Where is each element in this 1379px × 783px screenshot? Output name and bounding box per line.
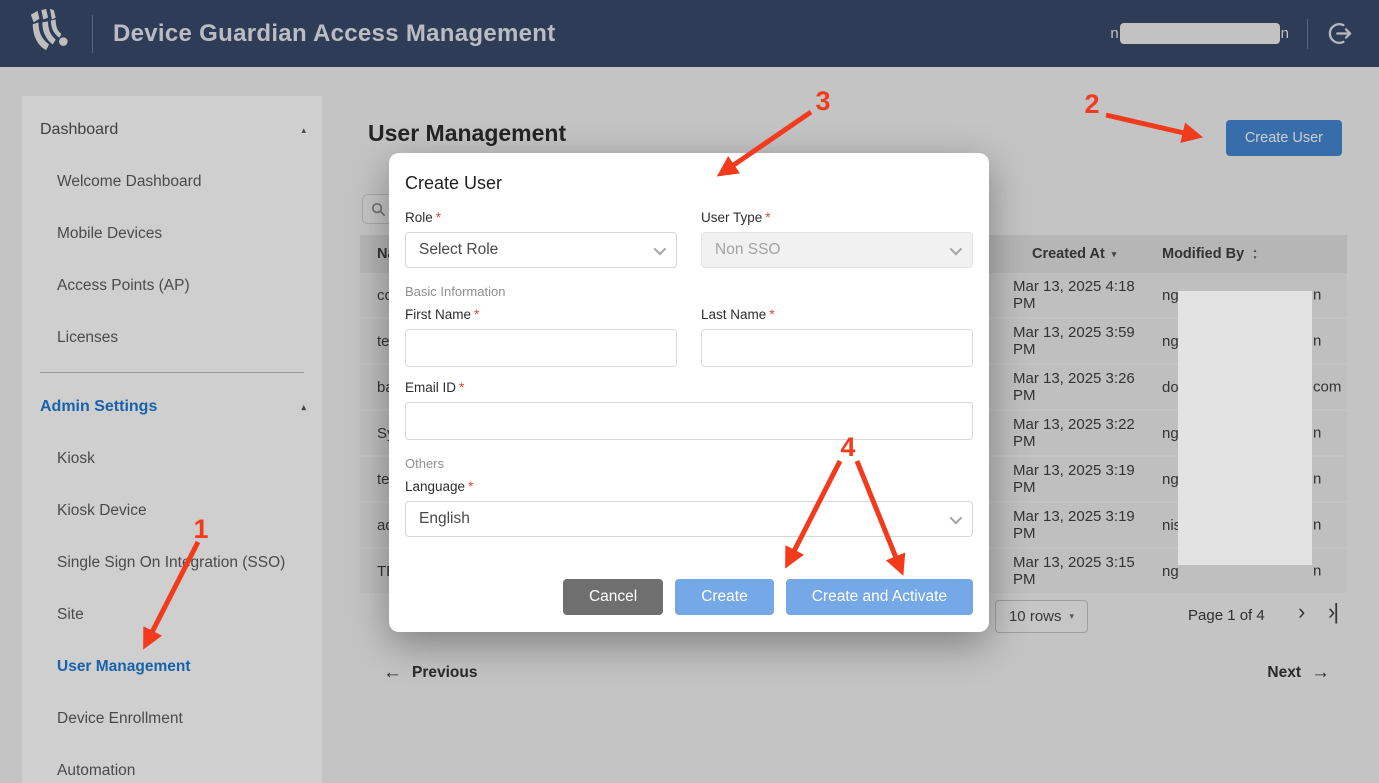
chevron-down-icon <box>950 242 963 255</box>
user-type-select: Non SSO <box>701 232 973 268</box>
required-marker: * <box>459 380 464 395</box>
language-select[interactable]: English <box>405 501 973 537</box>
create-button[interactable]: Create <box>675 579 774 615</box>
chevron-down-icon <box>654 242 667 255</box>
email-input[interactable] <box>405 402 973 440</box>
basic-information-section-label: Basic Information <box>405 284 973 299</box>
others-section-label: Others <box>405 456 973 471</box>
required-marker: * <box>436 210 441 225</box>
language-label: Language* <box>405 479 973 494</box>
cancel-button[interactable]: Cancel <box>563 579 663 615</box>
last-name-label: Last Name* <box>701 307 973 322</box>
user-type-select-value: Non SSO <box>715 241 780 259</box>
role-select[interactable]: Select Role <box>405 232 677 268</box>
user-type-label: User Type* <box>701 210 973 225</box>
last-name-field: Last Name* <box>701 307 973 367</box>
required-marker: * <box>474 307 479 322</box>
role-field: Role* Select Role <box>405 210 677 268</box>
last-name-input[interactable] <box>701 329 973 367</box>
create-user-modal: Create User Role* Select Role User Type*… <box>389 153 989 632</box>
role-select-value: Select Role <box>419 241 498 259</box>
first-name-label: First Name* <box>405 307 677 322</box>
required-marker: * <box>769 307 774 322</box>
first-name-field: First Name* <box>405 307 677 367</box>
create-and-activate-button[interactable]: Create and Activate <box>786 579 973 615</box>
modal-title: Create User <box>405 173 973 194</box>
chevron-down-icon <box>950 511 963 524</box>
first-name-input[interactable] <box>405 329 677 367</box>
email-label: Email ID* <box>405 380 973 395</box>
user-type-field: User Type* Non SSO <box>701 210 973 268</box>
required-marker: * <box>468 479 473 494</box>
language-select-value: English <box>419 510 470 528</box>
role-label: Role* <box>405 210 677 225</box>
required-marker: * <box>765 210 770 225</box>
